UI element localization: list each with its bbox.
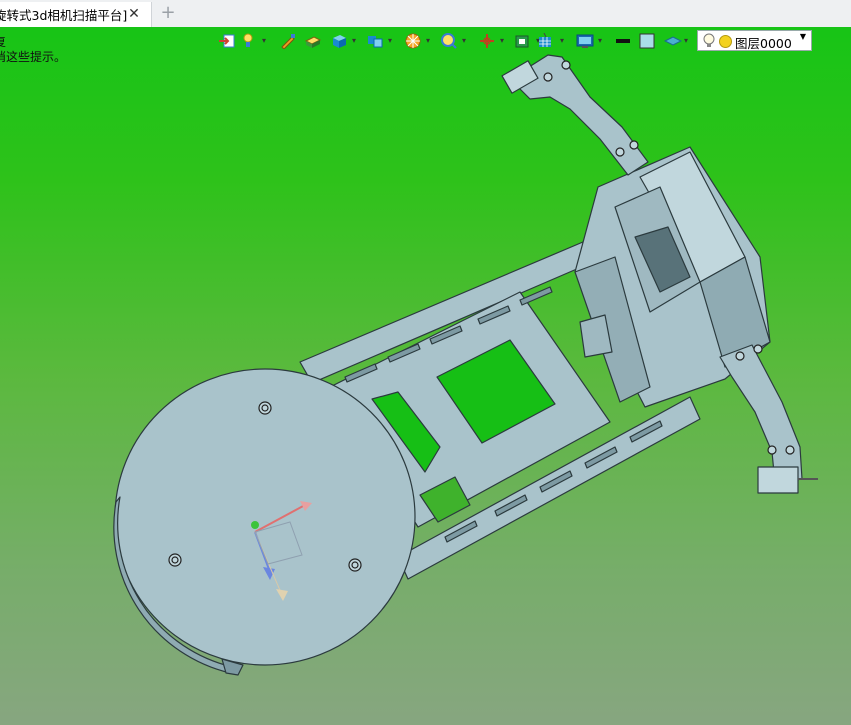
pan-dropdown-icon[interactable]: ▾: [498, 30, 506, 52]
section-view-button[interactable]: [512, 30, 534, 52]
display-grid-button[interactable]: [534, 30, 556, 52]
sketch-button[interactable]: [278, 30, 300, 52]
section-view-icon: [515, 35, 529, 48]
extrude-button[interactable]: [302, 30, 324, 52]
fill-color-icon: [639, 33, 655, 49]
view-cube-button[interactable]: [364, 30, 386, 52]
display-settings-button[interactable]: [574, 30, 596, 52]
render-style-dropdown-icon[interactable]: ▾: [424, 30, 432, 52]
fill-color-button[interactable]: [636, 30, 658, 52]
light-dropdown-icon[interactable]: ▾: [260, 30, 268, 52]
solid-box-icon: [333, 35, 346, 48]
solid-box-dropdown-icon[interactable]: ▾: [350, 30, 358, 52]
zoom-dropdown-icon[interactable]: ▾: [460, 30, 468, 52]
render-style-icon: [405, 33, 421, 49]
lightbulb-icon: [703, 33, 715, 47]
layer-select[interactable]: 图层0000 ▼: [697, 30, 812, 51]
zoom-icon: [441, 33, 457, 49]
layer-color-icon: [719, 35, 732, 48]
layer-visibility-dropdown-icon[interactable]: ▾: [682, 30, 690, 52]
extrude-icon: [304, 36, 322, 48]
tab-bar: 旋转式3d相机扫描平台] ✕ +: [0, 0, 851, 28]
display-grid-icon: [539, 33, 551, 47]
hint-line-2: 消这些提示。: [0, 50, 67, 64]
light-icon: [243, 33, 253, 47]
pan-button[interactable]: [476, 30, 498, 52]
3d-viewport[interactable]: 复 消这些提示。 ▾ ▾ ▾ ▾ ▾ ▾ ▾ ▾ ▾ ▾ 图层0000 ▼: [0, 27, 851, 725]
document-tab-title: 旋转式3d相机扫描平台]: [0, 8, 128, 23]
new-tab-icon[interactable]: +: [160, 4, 176, 22]
solid-box-button[interactable]: [328, 30, 350, 52]
display-grid-dropdown-icon[interactable]: ▾: [558, 30, 566, 52]
lower-arm: [719, 344, 803, 484]
cad-model[interactable]: [0, 27, 851, 725]
view-cube-icon: [368, 36, 383, 48]
light-button[interactable]: [238, 30, 260, 52]
sketch-icon: [281, 34, 295, 49]
layer-visibility-button[interactable]: [662, 30, 684, 52]
line-color-icon: [616, 39, 630, 43]
view-cube-dropdown-icon[interactable]: ▾: [386, 30, 394, 52]
display-settings-icon: [576, 34, 594, 48]
display-settings-dropdown-icon[interactable]: ▾: [596, 30, 604, 52]
import-icon: [219, 34, 235, 48]
render-style-button[interactable]: [402, 30, 424, 52]
close-tab-icon[interactable]: ✕: [127, 6, 141, 22]
line-color-button[interactable]: [612, 30, 634, 52]
chevron-down-icon[interactable]: ▼: [800, 32, 806, 41]
zoom-button[interactable]: [438, 30, 460, 52]
pan-icon: [480, 34, 494, 48]
document-tab[interactable]: 旋转式3d相机扫描平台] ✕: [0, 2, 152, 27]
import-button[interactable]: [216, 30, 238, 52]
layer-select-value: 图层0000: [735, 36, 792, 51]
layer-visibility-icon: [664, 36, 682, 46]
